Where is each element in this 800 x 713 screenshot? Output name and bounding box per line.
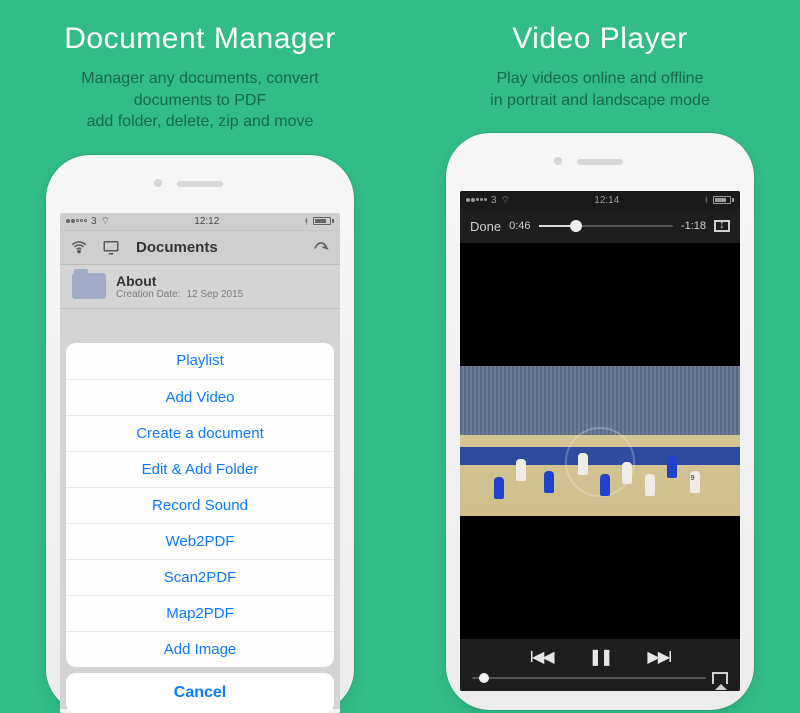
bluetooth-icon: ᚼ [704, 195, 709, 205]
share-icon[interactable] [312, 238, 330, 256]
wifi-share-icon[interactable] [70, 238, 88, 256]
bluetooth-icon: ᚼ [304, 216, 309, 226]
left-title: Document Manager [64, 22, 335, 56]
sheet-item-add-image[interactable]: Add Image [66, 631, 334, 667]
statusbar: 3 ⌔ 12:12 ᚼ [60, 213, 340, 231]
screen-documents: 3 ⌔ 12:12 ᚼ D [60, 213, 340, 713]
navbar: Documents [60, 231, 340, 265]
right-title: Video Player [512, 22, 688, 56]
sheet-item-edit-add-folder[interactable]: Edit & Add Folder [66, 451, 334, 487]
elapsed-time: 0:46 [509, 220, 530, 232]
wifi-icon: ⌔ [501, 194, 510, 207]
prev-button[interactable]: I◀◀ [530, 647, 553, 667]
file-date-label: Creation Date: [116, 289, 180, 300]
sheet-item-playlist[interactable]: Playlist [66, 343, 334, 379]
clock: 12:14 [594, 195, 619, 206]
volume-slider[interactable] [472, 677, 706, 679]
file-name: About [116, 273, 243, 289]
statusbar: 3 ⌔ 12:14 ᚼ [460, 191, 740, 209]
airplay-icon[interactable] [712, 672, 728, 684]
pause-button[interactable]: ❚❚ [589, 647, 612, 667]
battery-icon [713, 196, 734, 204]
file-row[interactable]: About Creation Date: 12 Sep 2015 [60, 265, 340, 309]
video-top-bar: Done 0:46 -1:18 [460, 209, 740, 243]
sheet-item-scan2pdf[interactable]: Scan2PDF [66, 559, 334, 595]
phone-left: 3 ⌔ 12:12 ᚼ D [46, 155, 354, 713]
file-date: 12 Sep 2015 [186, 289, 243, 300]
action-sheet: Playlist Add Video Create a document Edi… [66, 343, 334, 713]
fullscreen-icon[interactable] [714, 220, 730, 232]
sheet-item-create-document[interactable]: Create a document [66, 415, 334, 451]
video-canvas[interactable]: 9 [460, 243, 740, 639]
remaining-time: -1:18 [681, 220, 706, 232]
cancel-button[interactable]: Cancel [66, 673, 334, 713]
sheet-item-record-sound[interactable]: Record Sound [66, 487, 334, 523]
sheet-item-map2pdf[interactable]: Map2PDF [66, 595, 334, 631]
left-column: Document Manager Manager any documents, … [0, 0, 400, 710]
display-icon[interactable] [102, 238, 120, 256]
done-button[interactable]: Done [470, 219, 501, 234]
nav-title: Documents [136, 239, 218, 256]
right-subtitle: Play videos online and offline in portra… [490, 68, 710, 111]
wifi-icon: ⌔ [101, 215, 110, 228]
battery-icon [313, 217, 334, 225]
phone-right: 3 ⌔ 12:14 ᚼ Done 0:46 -1:18 [446, 133, 754, 710]
signal-icon [66, 219, 87, 223]
video-bottom-bar: I◀◀ ❚❚ ▶▶I [460, 639, 740, 691]
scrubber[interactable] [539, 225, 673, 227]
left-subtitle: Manager any documents, convert documents… [81, 68, 318, 133]
carrier: 3 [491, 195, 497, 206]
sheet-item-add-video[interactable]: Add Video [66, 379, 334, 415]
clock: 12:12 [194, 216, 219, 227]
folder-icon [72, 273, 106, 299]
sheet-item-web2pdf[interactable]: Web2PDF [66, 523, 334, 559]
carrier: 3 [91, 216, 97, 227]
screen-video: 3 ⌔ 12:14 ᚼ Done 0:46 -1:18 [460, 191, 740, 691]
signal-icon [466, 198, 487, 202]
right-column: Video Player Play videos online and offl… [400, 0, 800, 710]
next-button[interactable]: ▶▶I [647, 647, 670, 667]
